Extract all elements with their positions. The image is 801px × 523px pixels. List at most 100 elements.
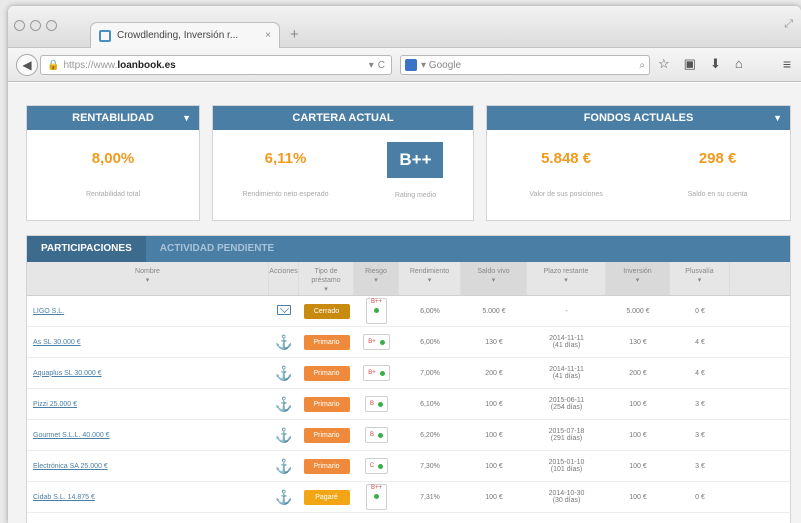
status-dot-icon <box>373 494 379 499</box>
plazo-date: 2015-01-10 <box>548 459 585 466</box>
download-icon[interactable]: ⚓ <box>275 365 292 381</box>
card-header[interactable]: FONDOS ACTUALES ▼ <box>487 106 790 130</box>
browser-tab[interactable]: Crowdlending, Inversión r... × <box>90 22 280 48</box>
column-header[interactable]: Plusvalía ▾ <box>670 262 730 295</box>
loan-name-link[interactable]: As SL 30.000 € <box>27 339 269 346</box>
card-header[interactable]: RENTABILIDAD ▼ <box>27 106 199 130</box>
column-header[interactable]: Nombre ▾ <box>27 262 269 295</box>
browser-window: Crowdlending, Inversión r... × + ⤢ ◀ 🔒 h… <box>8 6 801 523</box>
loan-type-badge: Pagaré <box>303 489 350 505</box>
inversion-value: 100 € <box>629 462 647 470</box>
risk-rating-text: B+ <box>368 339 376 345</box>
rating: B++ Rating medio <box>387 142 444 199</box>
risk-rating-text: B++ <box>370 299 382 305</box>
loan-name-link[interactable]: LIGO S.L. <box>27 308 269 315</box>
plazo-date: 2014-10-30 <box>548 490 585 497</box>
table-row: Gourmet S.L.L. 40.000 € ⚓ Primario B 6,20% 10… <box>27 420 790 451</box>
column-header[interactable]: Saldo vivo ▾ <box>461 262 527 295</box>
download-icon[interactable]: ⚓ <box>275 334 292 350</box>
favicon-icon <box>99 29 111 42</box>
download-icon[interactable]: ⚓ <box>275 458 292 474</box>
loan-name-link[interactable]: Aquaplus SL 30.000 € <box>27 370 269 377</box>
fullscreen-icon[interactable]: ⤢ <box>784 18 793 31</box>
loan-type-badge: Cerrado <box>303 303 350 319</box>
plusvalia-value: 4 € <box>695 369 705 377</box>
download-icon[interactable]: ⚓ <box>275 396 292 412</box>
loan-name-link[interactable]: Cidab S.L. 14.875 € <box>27 494 269 501</box>
plazo-restante-value: 2015-01-10 (101 días) <box>527 459 606 473</box>
metric-value: 6,11% <box>264 150 307 167</box>
mail-icon[interactable] <box>277 305 291 315</box>
column-header[interactable]: Tipo de préstamo ▾ <box>299 262 354 295</box>
plazo-days: (41 días) <box>552 342 581 349</box>
status-dot-icon <box>378 432 383 438</box>
search-engine-label: ▾ Google <box>421 59 462 71</box>
loan-name-link[interactable]: Pizzi 25.000 € <box>27 401 269 408</box>
plusvalia-value: 3 € <box>695 431 705 439</box>
address-bar[interactable]: 🔒 https://www. loanbook.es ▾ C <box>40 55 392 75</box>
close-window-button[interactable] <box>14 20 25 31</box>
saldo-vivo-value: 100 € <box>485 493 503 501</box>
dropdown-arrow-icon[interactable]: ▼ <box>182 106 191 130</box>
loan-name-link[interactable]: Gourmet S.L.L. 40.000 € <box>27 432 269 439</box>
minimize-window-button[interactable] <box>30 20 41 31</box>
reading-list-icon[interactable]: ▣ <box>684 56 696 72</box>
title-bar: Crowdlending, Inversión r... × + ⤢ <box>8 6 801 48</box>
search-engine-icon[interactable] <box>405 59 417 71</box>
card-title: CARTERA ACTUAL <box>292 112 394 124</box>
metric-value: 8,00% <box>91 150 135 167</box>
reload-icon[interactable]: C <box>378 60 385 71</box>
metric-label: Saldo en su cuenta <box>687 191 748 198</box>
column-header[interactable]: Inversión ▾ <box>606 262 670 295</box>
download-icon[interactable]: ⚓ <box>275 489 292 505</box>
bookmark-star-icon[interactable]: ☆ <box>658 56 670 72</box>
table-body: LIGO S.L. Cerrado B++ 6,00% 5.000 € - 5.000 € 0… <box>27 296 790 513</box>
saldo-vivo-value: 100 € <box>485 400 503 408</box>
loan-type-cell: Primario <box>299 365 354 381</box>
risk-rating-badge: B <box>364 427 388 443</box>
column-header[interactable]: Riesgo ▾ <box>354 262 399 295</box>
zoom-window-button[interactable] <box>46 20 57 31</box>
plazo-restante-value: - <box>527 308 606 315</box>
rendimiento-value: 6,00% <box>420 307 440 315</box>
inversion-value: 200 € <box>629 369 647 377</box>
home-icon[interactable]: ⌂ <box>735 56 743 72</box>
tab-actividad-pendiente[interactable]: ACTIVIDAD PENDIENTE <box>146 236 288 262</box>
metric: 5.848 € Valor de sus posiciones <box>529 150 602 198</box>
loan-type-badge: Primario <box>303 458 350 474</box>
loan-name-link[interactable]: Electrónica SA 25.000 € <box>27 463 269 470</box>
rendimiento-value: 7,30% <box>420 462 440 470</box>
page-content: RENTABILIDAD ▼ 8,00% Rentabilidad total … <box>8 83 801 523</box>
actions-cell: ⚓ <box>269 365 299 382</box>
risk-rating-text: B <box>369 432 374 438</box>
risk-cell: B+ <box>354 334 399 350</box>
dropdown-arrow-icon[interactable]: ▼ <box>773 106 782 130</box>
table-row: LIGO S.L. Cerrado B++ 6,00% 5.000 € - 5.000 € 0… <box>27 296 790 327</box>
download-icon[interactable]: ⚓ <box>275 427 292 443</box>
plazo-restante-value: 2014-10-30 (30 días) <box>527 490 606 504</box>
plazo-restante-value: 2015-06-11 (254 días) <box>527 397 606 411</box>
inversion-value: 130 € <box>629 338 647 346</box>
column-header[interactable]: Plazo restante ▾ <box>527 262 606 295</box>
back-button[interactable]: ◀ <box>16 54 38 76</box>
plusvalia-value: 3 € <box>695 462 705 470</box>
search-icon[interactable]: ⌕ <box>639 60 645 71</box>
downloads-icon[interactable]: ⬇ <box>710 56 721 72</box>
new-tab-button[interactable]: + <box>290 26 299 43</box>
menu-icon[interactable]: ≡ <box>783 56 791 72</box>
plazo-days: (291 días) <box>550 435 583 442</box>
loan-type-badge: Primario <box>303 396 350 412</box>
actions-cell: ⚓ <box>269 396 299 413</box>
tab-participaciones[interactable]: PARTICIPACIONES <box>27 236 146 262</box>
tab-close-icon[interactable]: × <box>265 30 271 41</box>
url-dropdown-icon[interactable]: ▾ <box>369 60 374 71</box>
risk-cell: B++ <box>354 298 399 324</box>
inversion-value: 100 € <box>629 493 647 501</box>
plazo-date: - <box>565 307 568 315</box>
rendimiento-value: 6,20% <box>420 431 440 439</box>
metric-label: Rendimiento neto esperado <box>242 191 329 198</box>
card-fondos-actuales: FONDOS ACTUALES ▼ 5.848 € Valor de sus p… <box>486 105 791 221</box>
search-bar[interactable]: ▾ Google ⌕ <box>400 55 650 75</box>
risk-rating-text: B+ <box>368 370 376 376</box>
column-header[interactable]: Rendimiento ▾ <box>399 262 461 295</box>
